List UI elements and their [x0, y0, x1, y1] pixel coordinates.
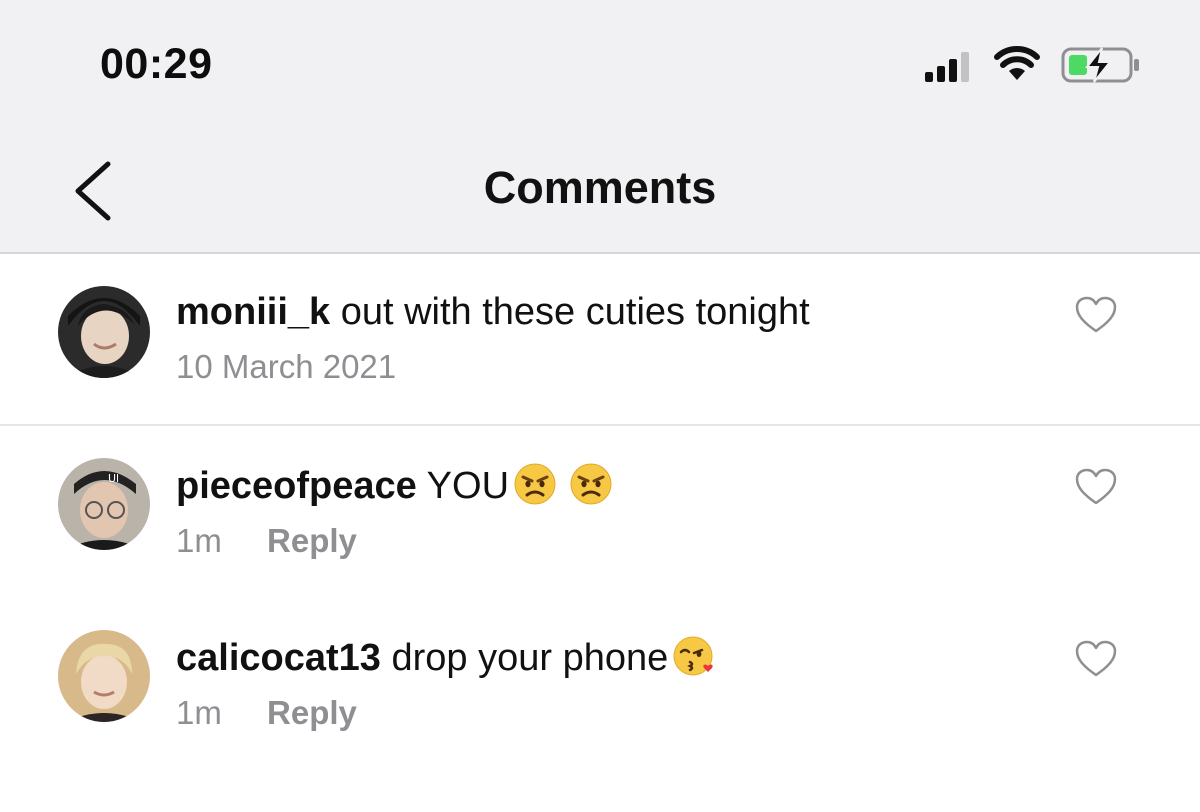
comment-timestamp: 1m [176, 694, 222, 731]
comment-item: Ul pieceofpeace YOU 1m Reply [0, 428, 1200, 598]
heart-icon[interactable] [1075, 296, 1117, 334]
comment-text: moniii_k out with these cuties tonight [176, 290, 1036, 334]
angry-face-emoji [514, 463, 556, 505]
reply-button[interactable]: Reply [267, 694, 357, 732]
comment-meta: 1m Reply [176, 694, 1036, 732]
comment-item: calicocat13 drop your phone 1m Reply [0, 600, 1200, 770]
avatar[interactable] [58, 630, 150, 722]
status-time: 00:29 [100, 40, 213, 88]
comment-text: pieceofpeace YOU [176, 462, 1036, 508]
angry-face-emoji [570, 463, 612, 505]
avatar[interactable]: Ul [58, 458, 150, 550]
username-link[interactable]: moniii_k [176, 291, 330, 333]
heart-icon[interactable] [1075, 468, 1117, 506]
comment-meta: 1m Reply [176, 522, 1036, 560]
heart-icon[interactable] [1075, 640, 1117, 678]
comment-content: pieceofpeace YOU 1m Reply [176, 462, 1036, 560]
reply-button[interactable]: Reply [267, 522, 357, 560]
post-date: 10 March 2021 [176, 348, 397, 385]
status-bar: 00:29 [0, 0, 1200, 120]
navigation-bar: Comments [0, 120, 1200, 254]
page-title: Comments [483, 162, 717, 213]
comment-message: YOU [426, 465, 510, 507]
wifi-icon [994, 46, 1040, 80]
cellular-signal-icon [925, 52, 969, 82]
comment-message: out with these cuties tonight [340, 291, 810, 333]
username-link[interactable]: calicocat13 [176, 637, 381, 679]
comment-meta: 10 March 2021 [176, 348, 1036, 386]
svg-text:Ul: Ul [108, 472, 119, 485]
avatar[interactable] [58, 286, 150, 378]
comment-message: drop your phone [391, 637, 669, 679]
post-caption: moniii_k out with these cuties tonight 1… [0, 256, 1200, 426]
battery-charging-icon [1061, 47, 1139, 83]
comment-timestamp: 1m [176, 522, 222, 559]
face-blowing-kiss-emoji [673, 636, 713, 676]
comment-text: calicocat13 drop your phone [176, 634, 1036, 680]
header-area: 00:29 Comments [0, 0, 1200, 254]
comment-content: calicocat13 drop your phone 1m Reply [176, 634, 1036, 732]
username-link[interactable]: pieceofpeace [176, 465, 417, 507]
comment-content: moniii_k out with these cuties tonight 1… [176, 290, 1036, 386]
